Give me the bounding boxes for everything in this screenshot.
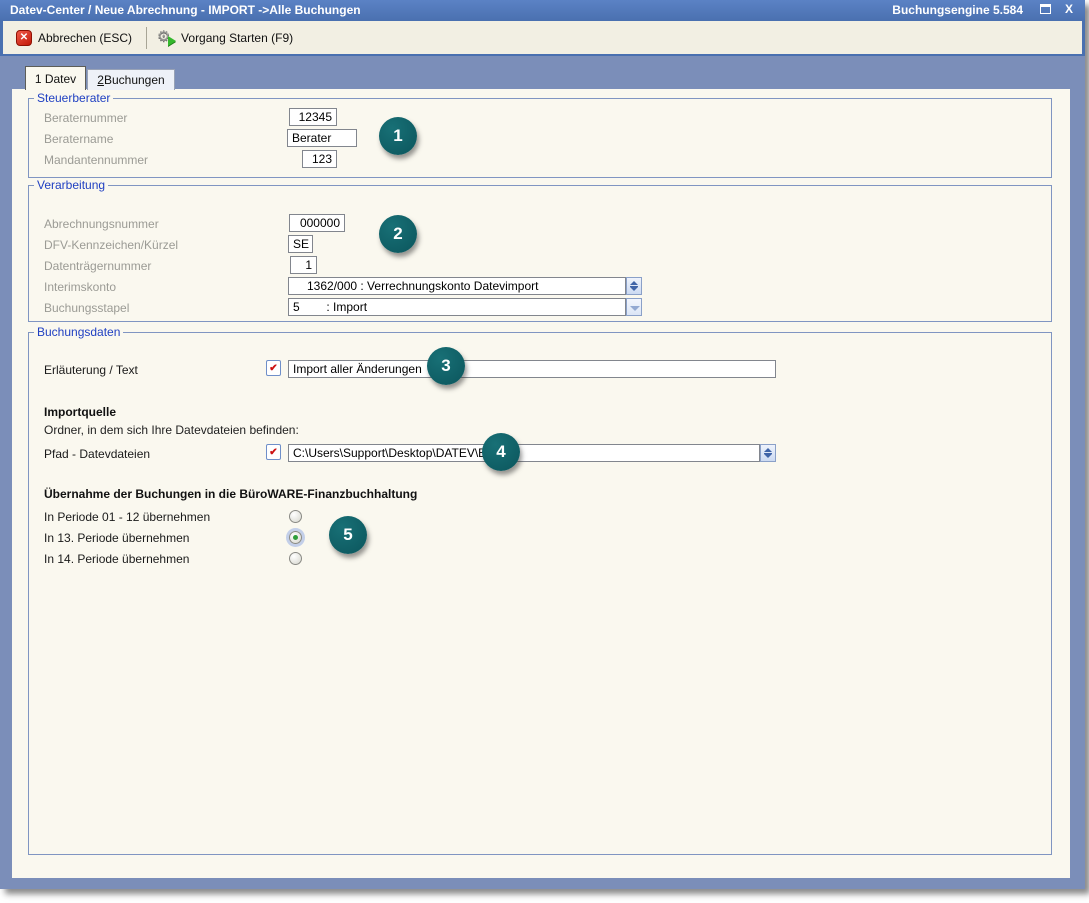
toolbar: ✕ Abbrechen (ESC) ⚙ Vorgang Starten (F9) (0, 21, 1085, 56)
start-label: Vorgang Starten (F9) (181, 31, 293, 45)
buchungsstapel-dropdown-button[interactable] (626, 298, 642, 316)
input-beratername[interactable]: Berater (287, 129, 357, 147)
tab-buchungen-label: Buchungen (104, 73, 165, 87)
dropdown-arrow-icon (630, 306, 640, 311)
tab-datev[interactable]: 1 Datev (25, 66, 86, 90)
radio-periode-13[interactable] (289, 531, 302, 544)
label-interimskonto: Interimskonto (44, 280, 116, 294)
radio-label-periode-13: In 13. Periode übernehmen (44, 531, 189, 545)
input-interimskonto[interactable]: 1362/000 : Verrechnungskonto Datevimport (288, 277, 626, 295)
cancel-label: Abbrechen (ESC) (38, 31, 132, 45)
app-window: Datev-Center / Neue Abrechnung - IMPORT … (0, 0, 1085, 889)
input-abrechnungsnummer[interactable]: 000000 (289, 214, 345, 232)
group-buchungsdaten-label: Buchungsdaten (34, 325, 123, 339)
page: Datev-Center / Neue Abrechnung - IMPORT … (0, 0, 1089, 903)
radio-label-periode-01-12: In Periode 01 - 12 übernehmen (44, 510, 210, 524)
label-buchungsstapel: Buchungsstapel (44, 301, 129, 315)
pfad-check-icon[interactable]: ✔ (266, 444, 281, 460)
spinner-up-icon (764, 448, 772, 452)
group-verarbeitung: Verarbeitung Abrechnungsnummer 000000 DF… (28, 185, 1052, 322)
interimskonto-spinner-button[interactable] (626, 277, 642, 295)
titlebar: Datev-Center / Neue Abrechnung - IMPORT … (0, 0, 1085, 21)
annotation-badge-4: 4 (482, 433, 520, 471)
label-beratername: Beratername (44, 132, 113, 146)
tab-buchungen-accel: 2 (97, 73, 104, 87)
close-button[interactable]: X (1065, 2, 1073, 16)
input-erlaeuterung[interactable]: Import aller Änderungen (288, 360, 776, 378)
start-button[interactable]: ⚙ Vorgang Starten (F9) (153, 26, 301, 49)
maximize-button[interactable] (1040, 4, 1053, 16)
input-mandantennummer[interactable]: 123 (302, 150, 337, 168)
toolbar-separator (146, 27, 147, 49)
maximize-icon (1040, 4, 1051, 14)
label-erlaeuterung: Erläuterung / Text (44, 363, 138, 377)
tab-buchungen[interactable]: 2 Buchungen (87, 69, 175, 90)
window-title: Datev-Center / Neue Abrechnung - IMPORT … (10, 3, 361, 17)
input-datentraegernummer[interactable]: 1 (290, 256, 317, 274)
label-datentraegernummer: Datenträgernummer (44, 259, 151, 273)
cancel-icon: ✕ (16, 30, 32, 46)
uebernahme-heading: Übernahme der Buchungen in die BüroWARE-… (44, 487, 417, 501)
radio-label-periode-14: In 14. Periode übernehmen (44, 552, 189, 566)
importquelle-heading: Importquelle (44, 405, 116, 419)
input-pfad-datevdateien[interactable]: C:\Users\Support\Desktop\DATEV\B1 (288, 444, 760, 462)
group-buchungsdaten: Buchungsdaten Erläuterung / Text ✔ Impor… (28, 332, 1052, 855)
spinner-up-icon (630, 281, 638, 285)
annotation-badge-5: 5 (329, 516, 367, 554)
label-beraternummer: Beraternummer (44, 111, 127, 125)
label-dfv-kennzeichen: DFV-Kennzeichen/Kürzel (44, 238, 178, 252)
importquelle-hint: Ordner, in dem sich Ihre Datevdateien be… (44, 423, 299, 437)
label-abrechnungsnummer: Abrechnungsnummer (44, 217, 159, 231)
radio-periode-01-12[interactable] (289, 510, 302, 523)
spinner-down-icon (764, 454, 772, 458)
group-steuerberater-label: Steuerberater (34, 91, 113, 105)
erlaeuterung-check-icon[interactable]: ✔ (266, 360, 281, 376)
group-verarbeitung-label: Verarbeitung (34, 178, 108, 192)
group-steuerberater: Steuerberater Beraternummer 12345 Berate… (28, 98, 1052, 178)
input-dfv-kennzeichen[interactable]: SE (288, 235, 313, 253)
tab-content: Steuerberater Beraternummer 12345 Berate… (12, 89, 1070, 878)
spinner-down-icon (630, 287, 638, 291)
input-buchungsstapel[interactable]: 5 : Import (288, 298, 626, 316)
label-mandantennummer: Mandantennummer (44, 153, 148, 167)
input-beraternummer[interactable]: 12345 (289, 108, 337, 126)
annotation-badge-2: 2 (379, 215, 417, 253)
client-frame: 1 Datev 2 Buchungen Steuerberater Berate… (0, 58, 1085, 889)
pfad-spinner-button[interactable] (760, 444, 776, 462)
annotation-badge-3: 3 (427, 347, 465, 385)
label-pfad-datevdateien: Pfad - Datevdateien (44, 447, 150, 461)
radio-periode-14[interactable] (289, 552, 302, 565)
app-version: Buchungsengine 5.584 (892, 3, 1023, 17)
annotation-badge-1: 1 (379, 117, 417, 155)
gear-start-icon: ⚙ (157, 29, 175, 46)
tab-datev-label: 1 Datev (35, 72, 76, 86)
cancel-button[interactable]: ✕ Abbrechen (ESC) (12, 27, 140, 49)
